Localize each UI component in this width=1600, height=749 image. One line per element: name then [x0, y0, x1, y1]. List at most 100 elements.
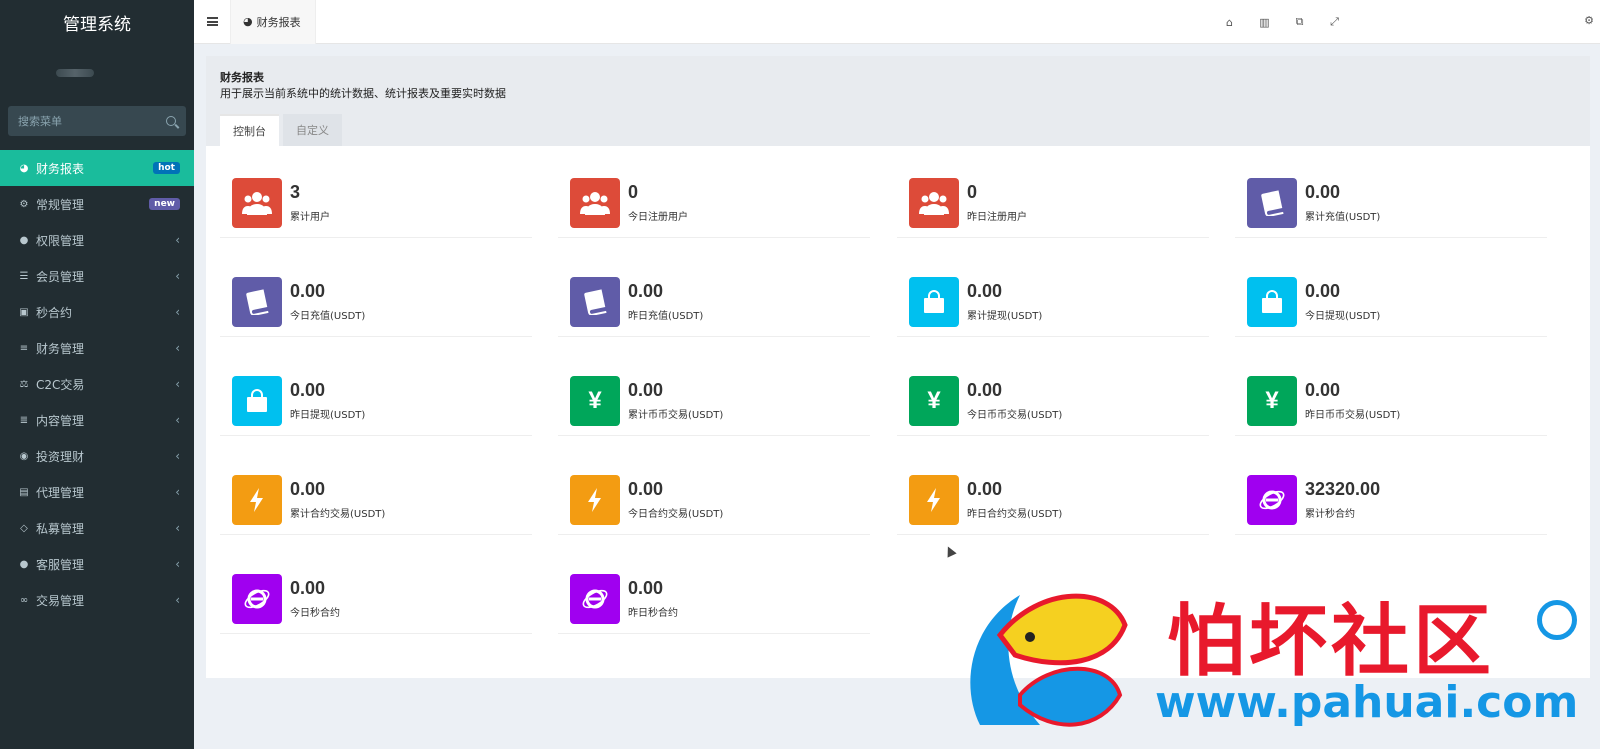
sidebar-search-input[interactable] [18, 114, 158, 128]
sidebar-item-label: 会员管理 [36, 269, 85, 284]
diamond-icon: ◇ [20, 522, 28, 534]
translate-icon[interactable]: ⧉ [1282, 15, 1317, 29]
stat-label: 今日注册用户 [628, 212, 688, 223]
stat-card: 0.00 今日提现(USDT) [1235, 263, 1547, 337]
sidebar-item-c2c[interactable]: ⚖ C2C交易 ‹ [0, 366, 194, 402]
sidebar-item-seconds-contract[interactable]: ▣ 秒合约 ‹ [0, 294, 194, 330]
stat-value: 0.00 [290, 479, 326, 499]
sidebar-item-agent[interactable]: ▤ 代理管理 ‹ [0, 474, 194, 510]
content-header: 财务报表 用于展示当前系统中的统计数据、统计报表及重要实时数据 控制台 自定义 [206, 56, 1590, 146]
stat-value: 0 [628, 182, 639, 202]
sidebar-item-label: 秒合约 [36, 305, 73, 320]
page-title: 财务报表 [220, 71, 264, 84]
top-tab-label: 财务报表 [256, 15, 301, 29]
stat-label: 今日秒合约 [290, 608, 340, 619]
home-icon[interactable]: ⌂ [1212, 16, 1247, 29]
stat-label: 累计充值(USDT) [1305, 212, 1381, 223]
new-badge: new [149, 198, 180, 210]
sidebar-item-label: 客服管理 [36, 557, 85, 572]
sidebar-item-label: 常规管理 [36, 197, 85, 212]
stat-card: 0.00 今日充值(USDT) [220, 263, 532, 337]
sidebar-item-general[interactable]: ⚙ 常规管理 new [0, 186, 194, 222]
sidebar-item-investment[interactable]: ◉ 投资理财 ‹ [0, 438, 194, 474]
sidebar-item-trading[interactable]: ∞ 交易管理 ‹ [0, 582, 194, 618]
calendar-icon: ▣ [19, 306, 29, 318]
sidebar-item-label: 私募管理 [36, 521, 85, 536]
bolt-icon [909, 475, 959, 525]
users-icon [570, 178, 620, 228]
sidebar-toggle-button[interactable] [194, 0, 230, 44]
topbar-actions: ⌂ ▥ ⧉ ⤢ [1212, 0, 1352, 44]
stat-card: ¥0.00 今日币币交易(USDT) [897, 362, 1209, 436]
stat-value: 0 [967, 182, 978, 202]
align-left-icon: ≣ [19, 414, 29, 426]
stat-label: 累计提现(USDT) [967, 311, 1043, 322]
shopping-bag-icon [909, 277, 959, 327]
internet-explorer-icon [1247, 475, 1297, 525]
sidebar-item-private-fund[interactable]: ◇ 私募管理 ‹ [0, 510, 194, 546]
user-logo [56, 69, 94, 77]
book-icon [232, 277, 282, 327]
stat-label: 昨日币币交易(USDT) [1305, 410, 1401, 421]
bolt-icon [232, 475, 282, 525]
stat-value: 0.00 [628, 578, 664, 598]
stat-value: 0.00 [1305, 281, 1341, 301]
top-tab-financial-report[interactable]: ◕ 财务报表 [230, 0, 316, 44]
sidebar-search [8, 106, 186, 136]
dashboard-icon: ◕ [243, 15, 253, 28]
sidebar-item-permissions[interactable]: ● 权限管理 ‹ [0, 222, 194, 258]
stat-value: 0.00 [290, 578, 326, 598]
trash-icon[interactable]: ▥ [1247, 16, 1282, 29]
sidebar-item-finance[interactable]: ≡ 财务管理 ‹ [0, 330, 194, 366]
stat-value: 32320.00 [1305, 479, 1381, 499]
sidebar-item-label: 权限管理 [36, 233, 85, 248]
search-icon[interactable] [166, 116, 176, 126]
sidebar-item-content[interactable]: ≣ 内容管理 ‹ [0, 402, 194, 438]
stat-label: 今日提现(USDT) [1305, 311, 1381, 322]
stat-value: 0.00 [967, 380, 1003, 400]
stat-card: ¥0.00 累计币币交易(USDT) [558, 362, 870, 436]
stat-card: 0.00 累计合约交易(USDT) [220, 461, 532, 535]
menu-bars-icon [206, 17, 218, 26]
stat-label: 今日充值(USDT) [290, 311, 366, 322]
stat-label: 累计用户 [290, 212, 330, 223]
stat-value: 0.00 [628, 380, 664, 400]
topbar: ◕ 财务报表 ⌂ ▥ ⧉ ⤢ ⚙ [194, 0, 1600, 44]
sidebar-item-label: C2C交易 [36, 377, 85, 392]
sidebar: 管理系统 ◕ 财务报表 hot ⚙ 常规管理 new ● 权限管理 ‹ ☰ 会员… [0, 0, 194, 749]
stat-card: 0.00 昨日合约交易(USDT) [897, 461, 1209, 535]
hot-badge: hot [153, 162, 180, 174]
stat-value: 0.00 [1305, 380, 1341, 400]
sidebar-menu: ◕ 财务报表 hot ⚙ 常规管理 new ● 权限管理 ‹ ☰ 会员管理 ‹ … [0, 150, 194, 618]
sidebar-item-financial-report[interactable]: ◕ 财务报表 hot [0, 150, 194, 186]
bolt-icon [570, 475, 620, 525]
chevron-left-icon: ‹ [175, 557, 180, 571]
dashboard-icon: ◕ [19, 162, 29, 174]
users-icon [909, 178, 959, 228]
stat-label: 累计合约交易(USDT) [290, 509, 386, 520]
stat-card: 0.00 昨日充值(USDT) [558, 263, 870, 337]
sidebar-item-customer-service[interactable]: ● 客服管理 ‹ [0, 546, 194, 582]
sidebar-item-members[interactable]: ☰ 会员管理 ‹ [0, 258, 194, 294]
users-icon: ● [19, 234, 29, 246]
stat-label: 今日币币交易(USDT) [967, 410, 1063, 421]
stat-card: 0.00 今日合约交易(USDT) [558, 461, 870, 535]
tab-custom[interactable]: 自定义 [283, 114, 342, 146]
compass-icon: ◉ [19, 450, 29, 462]
chevron-left-icon: ‹ [175, 233, 180, 247]
app-title[interactable]: 管理系统 [0, 0, 194, 44]
briefcase-icon: ▤ [19, 486, 29, 498]
yen-icon: ¥ [1247, 376, 1297, 426]
users-icon [232, 178, 282, 228]
sidebar-item-label: 内容管理 [36, 413, 85, 428]
help-bubble-icon[interactable] [1537, 600, 1577, 640]
settings-gear-icon[interactable]: ⚙ [1584, 14, 1594, 27]
user-panel [0, 44, 194, 102]
fullscreen-icon[interactable]: ⤢ [1317, 15, 1352, 29]
tab-console[interactable]: 控制台 [220, 114, 279, 146]
chevron-left-icon: ‹ [175, 521, 180, 535]
stat-card: 0 昨日注册用户 [897, 164, 1209, 238]
comment-icon: ● [19, 558, 29, 570]
stat-label: 昨日合约交易(USDT) [967, 509, 1063, 520]
sidebar-item-label: 财务管理 [36, 341, 85, 356]
